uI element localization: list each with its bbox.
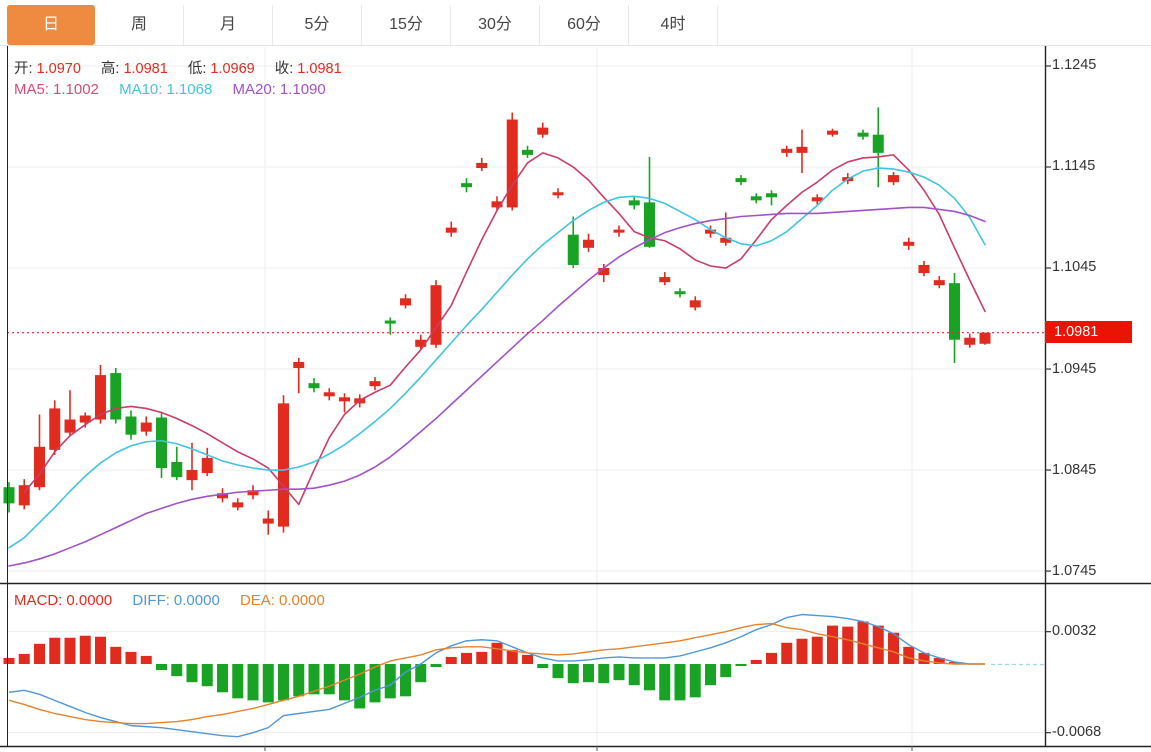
- macd-series-layer: [3, 613, 1045, 738]
- ma5-label: MA5:: [14, 81, 50, 98]
- macd-axis-label: 0.0032: [1052, 623, 1097, 639]
- ma5-value: 1.1002: [53, 81, 99, 98]
- chart-page: 日 周 月 5分 15分 30分 60分 4时 开: 1.0970 高: 1.098…: [0, 0, 1151, 752]
- close-value: 1.0981: [297, 61, 342, 77]
- y-axis-label: 1.1245: [1052, 57, 1097, 73]
- y-axis-label: 1.1045: [1052, 259, 1097, 275]
- y-axis-label: 1.0945: [1052, 361, 1097, 377]
- open-value: 1.0970: [36, 61, 81, 77]
- open-label: 开:: [14, 61, 33, 77]
- ma20-value: 1.1090: [279, 81, 326, 98]
- tab-day[interactable]: 日: [7, 5, 95, 45]
- low-value: 1.0969: [210, 61, 255, 77]
- last-price-tag: 1.0981: [1045, 321, 1132, 343]
- tab-5min[interactable]: 5分: [273, 5, 362, 45]
- macd-value: 0.0000: [66, 592, 113, 609]
- diff-label: DIFF:: [132, 592, 170, 609]
- macd-axis-label: -0.0068: [1052, 724, 1102, 740]
- high-label: 高:: [100, 61, 120, 77]
- tab-60min[interactable]: 60分: [540, 5, 629, 45]
- kline-chart-canvas[interactable]: [0, 0, 1151, 752]
- ma10-label: MA10:: [119, 81, 163, 98]
- y-axis-label: 1.1145: [1052, 158, 1096, 174]
- macd-label: MACD:: [14, 592, 63, 609]
- tab-15min[interactable]: 15分: [362, 5, 451, 45]
- dea-value: 0.0000: [278, 592, 325, 609]
- ma20-label: MA20:: [232, 81, 276, 98]
- y-axis-label: 1.0745: [1052, 563, 1097, 579]
- high-value: 1.0981: [123, 61, 168, 77]
- y-axis-label: 1.0845: [1052, 462, 1097, 478]
- tab-week[interactable]: 周: [95, 5, 184, 45]
- tab-30min[interactable]: 30分: [451, 5, 540, 45]
- ohlc-readout: 开: 1.0970 高: 1.0981 低: 1.0969 收: 1.0981: [14, 57, 346, 78]
- tab-4hour[interactable]: 4时: [629, 5, 718, 45]
- low-label: 低:: [187, 61, 207, 77]
- dea-label: DEA:: [239, 592, 275, 609]
- ma-readout: MA5: 1.1002 MA10: 1.1068 MA20: 1.1090: [14, 81, 330, 98]
- diff-value: 0.0000: [173, 592, 220, 609]
- close-label: 收:: [274, 61, 294, 77]
- price-series-layer: [3, 107, 1045, 567]
- macd-readout: MACD: 0.0000 DIFF: 0.0000 DEA: 0.0000: [14, 592, 329, 609]
- axis-frame-layer: [0, 46, 1151, 751]
- ma10-value: 1.1068: [166, 81, 213, 98]
- tab-month[interactable]: 月: [184, 5, 273, 45]
- timeframe-tabbar: 日 周 月 5分 15分 30分 60分 4时: [0, 0, 1151, 46]
